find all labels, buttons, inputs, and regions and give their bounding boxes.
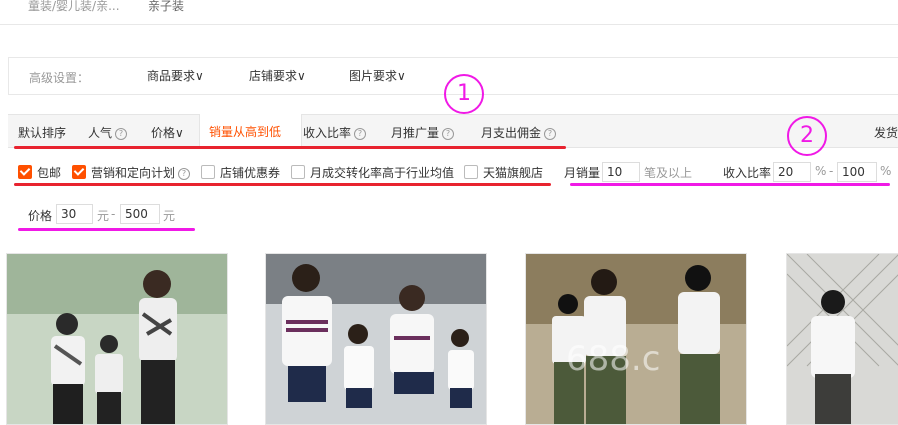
question-icon: ? — [178, 168, 191, 180]
filter-marketing-plan[interactable]: 营销和定向计划? — [72, 164, 191, 181]
image-requirements-dropdown[interactable]: 图片要求∨ — [349, 67, 406, 84]
question-icon: ? — [115, 128, 128, 140]
annotation-2: 2 — [787, 116, 827, 156]
checkbox-checked[interactable] — [18, 165, 32, 179]
range-separator: - — [111, 207, 116, 221]
sort-ship-from[interactable]: 发货 — [874, 124, 898, 141]
product-requirements-dropdown[interactable]: 商品要求∨ — [147, 67, 204, 84]
sort-income-ratio[interactable]: 收入比率? — [303, 124, 367, 141]
highlight-mark — [14, 146, 566, 149]
income-ratio-unit: % — [880, 164, 892, 178]
price-label: 价格 — [28, 209, 53, 223]
income-ratio-label: 收入比率 — [723, 166, 772, 180]
product-image: 688.c — [526, 254, 746, 424]
checkbox[interactable] — [464, 165, 478, 179]
question-icon: ? — [544, 128, 557, 140]
highlight-mark — [570, 183, 890, 186]
monthly-sales-label: 月销量 — [564, 166, 601, 180]
sort-monthly-promo[interactable]: 月推广量? — [391, 124, 455, 141]
filter-shop-coupon[interactable]: 店铺优惠券 — [201, 164, 280, 181]
chevron-down-icon: ∨ — [175, 126, 184, 140]
sort-sales-desc[interactable]: 销量从高到低 — [199, 114, 302, 147]
chevron-down-icon: ∨ — [397, 69, 406, 83]
annotation-1: 1 — [444, 74, 484, 114]
category-row: 童装/婴儿装/亲... 亲子装 — [0, 0, 898, 25]
filter-tmall-store[interactable]: 天猫旗舰店 — [464, 164, 543, 181]
price-max-input[interactable] — [120, 204, 160, 224]
checkbox[interactable] — [291, 165, 305, 179]
highlight-mark — [14, 183, 551, 186]
sort-monthly-commission[interactable]: 月支出佣金? — [481, 124, 557, 141]
sort-price[interactable]: 价格∨ — [151, 124, 184, 141]
product-image — [787, 254, 898, 424]
product-image — [7, 254, 227, 424]
income-ratio-min-input[interactable] — [773, 162, 811, 182]
product-card[interactable]: 688.c — [525, 253, 747, 425]
sort-popularity[interactable]: 人气? — [88, 124, 128, 141]
category-item-children[interactable]: 童装/婴儿装/亲... — [28, 0, 120, 14]
checkbox-checked[interactable] — [72, 165, 86, 179]
chevron-down-icon: ∨ — [195, 69, 204, 83]
product-card[interactable] — [6, 253, 228, 425]
income-ratio-unit: % — [815, 164, 827, 178]
range-separator: - — [829, 164, 834, 178]
product-image — [266, 254, 486, 424]
category-item-family[interactable]: 亲子装 — [148, 0, 184, 14]
product-card[interactable] — [786, 253, 898, 425]
question-icon: ? — [442, 128, 455, 140]
filter-conversion-rate[interactable]: 月成交转化率高于行业均值 — [291, 164, 454, 181]
income-ratio-max-input[interactable] — [837, 162, 877, 182]
monthly-sales-input[interactable] — [602, 162, 640, 182]
sort-default[interactable]: 默认排序 — [18, 124, 66, 141]
highlight-mark — [18, 228, 195, 231]
sort-bar: 默认排序 人气? 价格∨ 销量从高到低 收入比率? 月推广量? 月支出佣金? 发… — [8, 114, 898, 148]
advanced-settings-label: 高级设置： — [29, 71, 90, 85]
question-icon: ? — [354, 128, 367, 140]
product-card[interactable] — [265, 253, 487, 425]
chevron-down-icon: ∨ — [297, 69, 306, 83]
price-min-input[interactable] — [56, 204, 93, 224]
price-unit: 元 — [163, 209, 176, 223]
checkbox[interactable] — [201, 165, 215, 179]
filter-free-shipping[interactable]: 包邮 — [18, 164, 61, 181]
monthly-sales-suffix: 笔及以上 — [644, 166, 693, 180]
shop-requirements-dropdown[interactable]: 店铺要求∨ — [249, 67, 306, 84]
svg-text:688.c: 688.c — [566, 339, 660, 379]
price-unit: 元 — [97, 209, 110, 223]
